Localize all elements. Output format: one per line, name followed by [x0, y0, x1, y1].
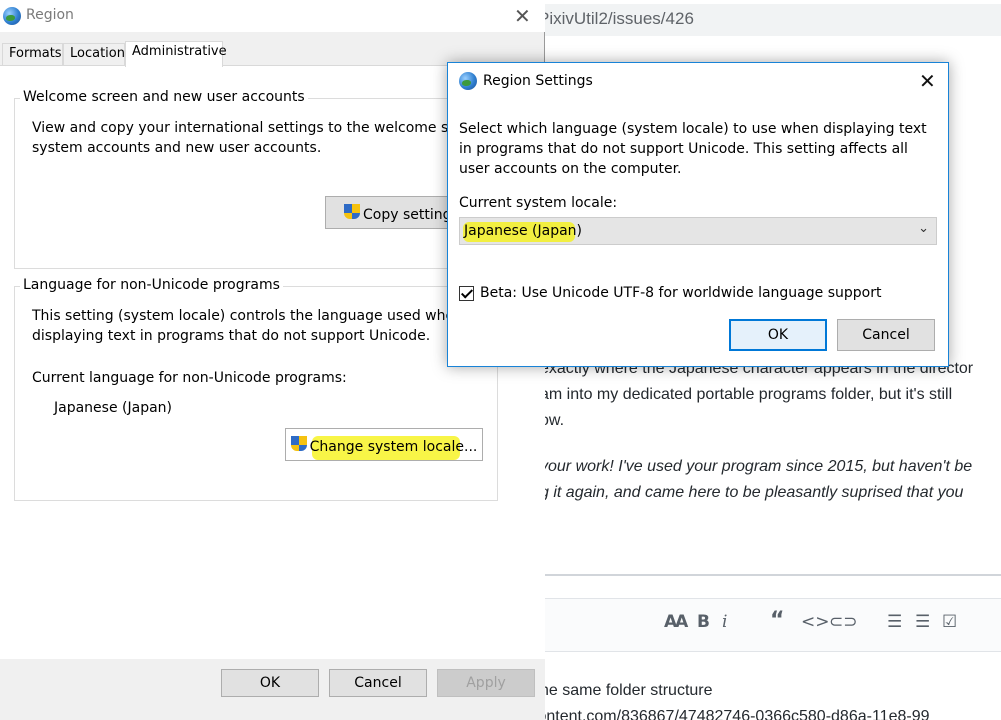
address-bar-url[interactable]: PixivUtil2/issues/426: [538, 9, 694, 29]
region-title: Region: [26, 7, 74, 23]
cancel-button[interactable]: Cancel: [837, 319, 935, 351]
nonunicode-description: This setting (system locale) controls th…: [32, 308, 463, 324]
change-system-locale-label: Change system locale...: [309, 439, 478, 455]
text-size-icon[interactable]: AA: [664, 612, 688, 632]
region-settings-dialog: Region Settings ✕ Select which language …: [447, 62, 949, 367]
close-icon[interactable]: ✕: [514, 6, 531, 26]
quote-icon[interactable]: “: [770, 608, 784, 633]
ok-button[interactable]: OK: [221, 669, 319, 697]
utf8-beta-checkbox[interactable]: [459, 286, 474, 301]
globe-icon: [459, 72, 477, 90]
uac-shield-icon: [344, 204, 360, 222]
system-locale-label: Current system locale:: [459, 195, 618, 211]
comment-line: your work! I've used your program since …: [540, 458, 973, 475]
uac-shield-icon: [290, 436, 307, 454]
link-icon[interactable]: ⊂⊃: [829, 612, 858, 632]
comment-line: g it again, and came here to be pleasant…: [540, 484, 964, 501]
globe-icon: [3, 7, 21, 25]
system-locale-dropdown[interactable]: Japanese (Japan) ⌄: [459, 217, 937, 245]
tab-formats[interactable]: Formats: [2, 43, 63, 65]
italic-icon[interactable]: i: [722, 612, 727, 632]
comment-line: am into my dedicated portable programs f…: [540, 386, 953, 403]
numbered-list-icon[interactable]: ☰: [915, 612, 930, 632]
nonunicode-description: displaying text in programs that do not …: [32, 328, 431, 344]
bullet-list-icon[interactable]: ☰: [887, 612, 902, 632]
tab-administrative[interactable]: Administrative: [125, 41, 227, 67]
comment-divider: [540, 574, 1001, 576]
editor-line: he same folder structure: [540, 682, 713, 699]
bold-icon[interactable]: B: [697, 612, 710, 632]
welcome-description: system accounts and new user accounts.: [32, 140, 322, 156]
ok-button[interactable]: OK: [729, 319, 827, 351]
close-icon[interactable]: ✕: [919, 71, 936, 91]
copy-settings-label: Copy setting: [363, 207, 452, 223]
welcome-description: View and copy your international setting…: [32, 120, 479, 136]
task-list-icon[interactable]: ☑: [942, 612, 957, 632]
chevron-down-icon: ⌄: [918, 221, 929, 236]
region-settings-title: Region Settings: [483, 73, 593, 89]
region-settings-description: Select which language (system locale) to…: [459, 121, 927, 177]
region-titlebar[interactable]: [0, 0, 545, 32]
utf8-beta-label[interactable]: Beta: Use Unicode UTF-8 for worldwide la…: [480, 285, 881, 301]
apply-button[interactable]: Apply: [437, 669, 535, 697]
welcome-group-title: Welcome screen and new user accounts: [20, 89, 308, 105]
system-locale-value: Japanese (Japan): [464, 223, 582, 239]
cancel-button[interactable]: Cancel: [329, 669, 427, 697]
nonunicode-group-title: Language for non-Unicode programs: [20, 277, 283, 293]
current-language-label: Current language for non-Unicode program…: [32, 370, 347, 386]
current-language-value: Japanese (Japan): [54, 400, 172, 416]
change-system-locale-button[interactable]: Change system locale...: [285, 428, 483, 461]
tab-location[interactable]: Location: [63, 43, 125, 65]
code-icon[interactable]: <>: [801, 612, 830, 632]
